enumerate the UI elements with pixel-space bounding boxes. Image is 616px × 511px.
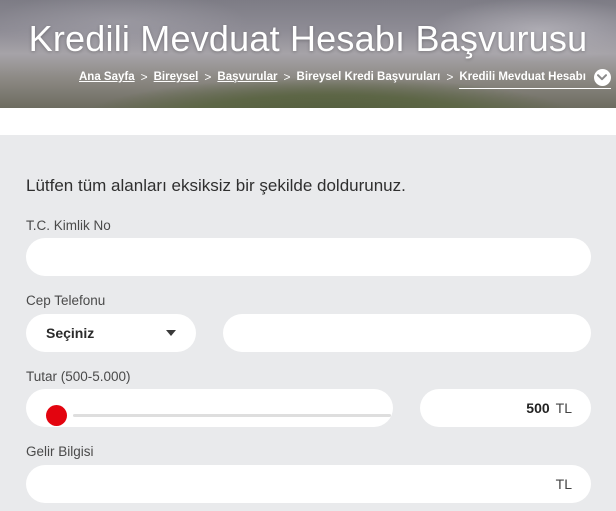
breadcrumb-separator: > — [283, 70, 291, 84]
tc-kimlik-input[interactable] — [26, 238, 591, 276]
chevron-down-icon — [597, 73, 608, 80]
breadcrumb-link-home[interactable]: Ana Sayfa — [79, 71, 135, 83]
breadcrumb-current: Kredili Mevduat Hesabı — [459, 68, 611, 89]
income-field[interactable]: TL — [26, 465, 591, 503]
slider-track — [73, 414, 391, 417]
phone-prefix-value: Seçiniz — [46, 325, 95, 341]
amount-label: Tutar (500-5.000) — [26, 369, 131, 384]
breadcrumb-dropdown-button[interactable] — [593, 68, 611, 86]
caret-down-icon — [166, 330, 176, 336]
amount-currency: TL — [555, 400, 572, 416]
income-currency: TL — [555, 476, 572, 492]
page-title: Kredili Mevduat Hesabı Başvurusu — [28, 18, 588, 59]
breadcrumb-separator: > — [446, 70, 454, 84]
breadcrumb-link-applications[interactable]: Başvurular — [217, 71, 277, 83]
breadcrumb-item-loan-applications: Bireysel Kredi Başvuruları — [296, 71, 441, 83]
phone-label: Cep Telefonu — [26, 293, 106, 308]
income-label: Gelir Bilgisi — [26, 444, 94, 459]
page-hero-banner: Kredili Mevduat Hesabı Başvurusu Ana Say… — [0, 0, 616, 108]
tc-label: T.C. Kimlik No — [26, 218, 111, 233]
amount-value: 500 — [526, 400, 550, 416]
amount-field[interactable]: 500 TL — [420, 389, 591, 427]
breadcrumb-separator: > — [140, 70, 148, 84]
amount-slider[interactable] — [26, 389, 393, 427]
breadcrumb-link-individual[interactable]: Bireysel — [154, 71, 199, 83]
form-instructions: Lütfen tüm alanları eksiksiz bir şekilde… — [26, 176, 406, 195]
application-form: Lütfen tüm alanları eksiksiz bir şekilde… — [0, 135, 616, 511]
breadcrumb-separator: > — [204, 70, 212, 84]
breadcrumb: Ana Sayfa > Bireysel > Başvurular > Bire… — [79, 68, 611, 89]
slider-thumb[interactable] — [46, 405, 67, 426]
phone-number-input[interactable] — [223, 314, 591, 352]
breadcrumb-current-label: Kredili Mevduat Hesabı — [459, 71, 586, 83]
phone-prefix-select[interactable]: Seçiniz — [26, 314, 196, 352]
